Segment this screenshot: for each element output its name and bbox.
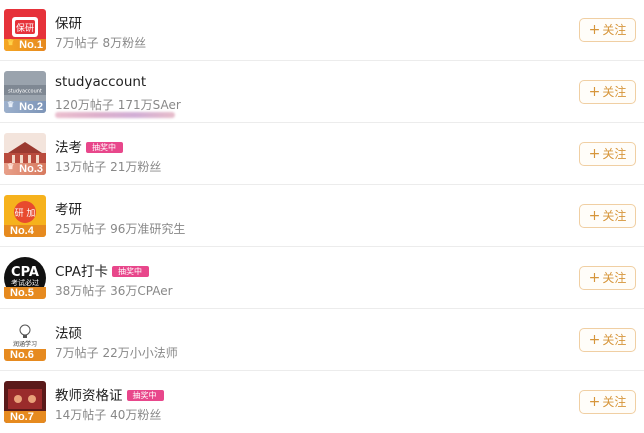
crown-icon: ♛ — [7, 162, 15, 171]
avatar-logo-text: 研 加 — [15, 208, 36, 219]
forum-stats: 13万帖子 21万粉丝 — [55, 160, 162, 174]
follow-button[interactable]: + 关注 — [579, 18, 636, 42]
list-item[interactable]: CPA 考试必过 No.5 CPA打卡 抽奖中 38万帖子 36万CPAer + 关… — [0, 248, 644, 309]
forum-stats: 25万帖子 96万准研究生 — [55, 222, 186, 236]
list-item[interactable]: 保研 ♛ No.1 保研 7万帖子 8万粉丝 + 关注 — [0, 0, 644, 61]
list-item[interactable]: No.7 教师资格证 抽奖中 14万帖子 40万粉丝 + 关注 — [0, 372, 644, 433]
follow-button[interactable]: + 关注 — [579, 142, 636, 166]
forum-name[interactable]: studyaccount — [55, 74, 146, 90]
forum-stats: 14万帖子 40万粉丝 — [55, 408, 162, 422]
plus-icon: + — [588, 146, 601, 162]
plus-icon: + — [588, 394, 601, 410]
rank-badge: No.4 — [4, 225, 46, 237]
avatar[interactable]: ♛ No.3 — [4, 133, 46, 175]
forum-stats: 7万帖子 22万小小法师 — [55, 346, 178, 360]
follow-button[interactable]: + 关注 — [579, 80, 636, 104]
rank-badge: ♛ No.2 — [4, 100, 46, 113]
forum-name[interactable]: CPA打卡 抽奖中 — [55, 260, 149, 280]
rank-badge: No.7 — [4, 411, 46, 423]
follow-button[interactable]: + 关注 — [579, 266, 636, 290]
plus-icon: + — [588, 208, 601, 224]
forum-stats: 7万帖子 8万粉丝 — [55, 36, 147, 50]
plus-icon: + — [588, 332, 601, 348]
lottery-badge: 抽奖中 — [111, 266, 149, 277]
follow-button[interactable]: + 关注 — [579, 328, 636, 352]
avatar-logo-subtext: 考试必过 — [11, 278, 39, 287]
avatar[interactable]: 保研 ♛ No.1 — [4, 9, 46, 51]
forum-name[interactable]: 考研 — [55, 198, 82, 218]
avatar-logo-text: studyaccount — [8, 89, 42, 95]
lottery-badge: 抽奖中 — [126, 390, 164, 401]
avatar-logo-text: 润涵学习 — [13, 340, 37, 348]
plus-icon: + — [588, 84, 601, 100]
avatar[interactable]: studyaccount ♛ No.2 — [4, 71, 46, 113]
crown-icon: ♛ — [7, 38, 15, 47]
forum-stats: 120万帖子 171万SAer — [55, 98, 181, 112]
crown-icon: ♛ — [7, 100, 15, 109]
avatar[interactable]: 研 加 No.4 — [4, 195, 46, 237]
list-item[interactable]: 润涵学习 No.6 法硕 7万帖子 22万小小法师 + 关注 — [0, 310, 644, 371]
avatar[interactable]: No.7 — [4, 381, 46, 423]
follow-button[interactable]: + 关注 — [579, 204, 636, 228]
plus-icon: + — [588, 270, 601, 286]
list-item[interactable]: ♛ No.3 法考 抽奖中 13万帖子 21万粉丝 + 关注 — [0, 124, 644, 185]
list-item[interactable]: studyaccount ♛ No.2 studyaccount 120万帖子 … — [0, 62, 644, 123]
blurred-text — [55, 112, 175, 118]
forum-ranking-list: 保研 ♛ No.1 保研 7万帖子 8万粉丝 + 关注 studyaccount … — [0, 0, 644, 433]
rank-badge: ♛ No.3 — [4, 162, 46, 175]
follow-button[interactable]: + 关注 — [579, 390, 636, 414]
forum-name[interactable]: 法硕 — [55, 322, 82, 342]
rank-badge: No.5 — [4, 287, 46, 299]
list-item[interactable]: 研 加 No.4 考研 25万帖子 96万准研究生 + 关注 — [0, 186, 644, 247]
forum-name[interactable]: 法考 抽奖中 — [55, 136, 123, 156]
avatar[interactable]: 润涵学习 No.6 — [4, 319, 46, 361]
plus-icon: + — [588, 22, 601, 38]
avatar-logo-text: 保研 — [16, 22, 34, 34]
avatar[interactable]: CPA 考试必过 No.5 — [4, 257, 46, 299]
forum-stats: 38万帖子 36万CPAer — [55, 284, 173, 298]
forum-name[interactable]: 保研 — [55, 12, 82, 32]
avatar-logo-text: CPA — [11, 265, 39, 280]
forum-name[interactable]: 教师资格证 抽奖中 — [55, 384, 164, 404]
rank-badge: ♛ No.1 — [4, 38, 46, 51]
lottery-badge: 抽奖中 — [86, 142, 123, 153]
rank-badge: No.6 — [4, 349, 46, 361]
